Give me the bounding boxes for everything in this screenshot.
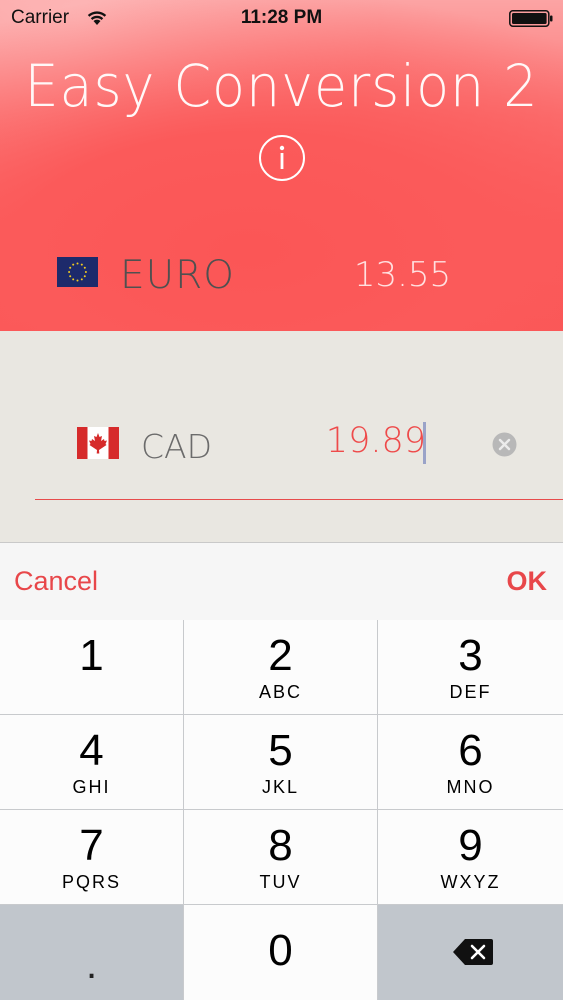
source-currency-code: EURO bbox=[120, 253, 235, 298]
clock: 11:28 PM bbox=[240, 7, 323, 28]
key-6[interactable]: 6 MNO bbox=[378, 715, 563, 810]
key-number: . bbox=[85, 943, 98, 987]
amount-input[interactable]: 19.89 bbox=[320, 421, 428, 463]
keyboard-toolbar: Cancel OK bbox=[0, 542, 563, 620]
number-keypad: 1 2 ABC 3 DEF 4 GHI 5 JKL 6 MNO 7 PQRS 8… bbox=[0, 620, 563, 1000]
key-7[interactable]: 7 PQRS bbox=[0, 810, 184, 905]
backspace-icon bbox=[453, 939, 493, 965]
canada-flag-icon bbox=[77, 427, 119, 459]
key-number: 9 bbox=[458, 821, 483, 870]
key-letters: GHI bbox=[72, 777, 111, 797]
target-currency-panel: CAD 19.89 bbox=[0, 331, 563, 542]
backspace-key[interactable] bbox=[378, 905, 563, 1000]
battery-icon bbox=[509, 10, 553, 27]
key-1[interactable]: 1 bbox=[0, 620, 184, 715]
key-4[interactable]: 4 GHI bbox=[0, 715, 184, 810]
source-currency-row[interactable]: EURO 13.55 bbox=[0, 245, 563, 309]
app-title: Easy Conversion 2 bbox=[24, 52, 539, 120]
text-cursor bbox=[423, 422, 426, 464]
key-2[interactable]: 2 ABC bbox=[184, 620, 378, 715]
input-underline bbox=[35, 499, 563, 500]
key-letters: MNO bbox=[446, 777, 495, 797]
key-number: 6 bbox=[458, 726, 483, 775]
key-letters: DEF bbox=[449, 682, 492, 702]
key-number: 3 bbox=[458, 631, 483, 680]
key-letters: WXYZ bbox=[440, 872, 501, 892]
key-letters: PQRS bbox=[61, 872, 121, 892]
source-currency-value: 13.55 bbox=[353, 255, 452, 295]
cancel-button[interactable]: Cancel bbox=[14, 566, 98, 597]
ok-button[interactable]: OK bbox=[507, 566, 548, 597]
key-number: 1 bbox=[79, 631, 104, 680]
key-letters: TUV bbox=[259, 872, 302, 892]
key-5[interactable]: 5 JKL bbox=[184, 715, 378, 810]
status-bar: Carrier 11:28 PM bbox=[0, 0, 563, 40]
key-number: 7 bbox=[79, 821, 104, 870]
key-9[interactable]: 9 WXYZ bbox=[378, 810, 563, 905]
header: Carrier 11:28 PM Easy Conversion 2 EURO … bbox=[0, 0, 563, 331]
key-3[interactable]: 3 DEF bbox=[378, 620, 563, 715]
target-currency-code: CAD bbox=[141, 427, 213, 466]
key-letters: ABC bbox=[258, 682, 302, 702]
key-letters: JKL bbox=[261, 777, 300, 797]
key-number: 4 bbox=[79, 726, 104, 775]
clear-icon[interactable] bbox=[492, 432, 517, 457]
key-number: 2 bbox=[268, 631, 293, 680]
info-icon bbox=[279, 145, 285, 169]
info-button[interactable] bbox=[259, 135, 305, 181]
key-0[interactable]: 0 bbox=[184, 905, 378, 1000]
key-number: 5 bbox=[268, 726, 293, 775]
key-number: 8 bbox=[268, 821, 293, 870]
decimal-key[interactable]: . bbox=[0, 905, 184, 1000]
key-8[interactable]: 8 TUV bbox=[184, 810, 378, 905]
key-number: 0 bbox=[268, 926, 293, 975]
eu-flag-icon bbox=[57, 257, 98, 287]
